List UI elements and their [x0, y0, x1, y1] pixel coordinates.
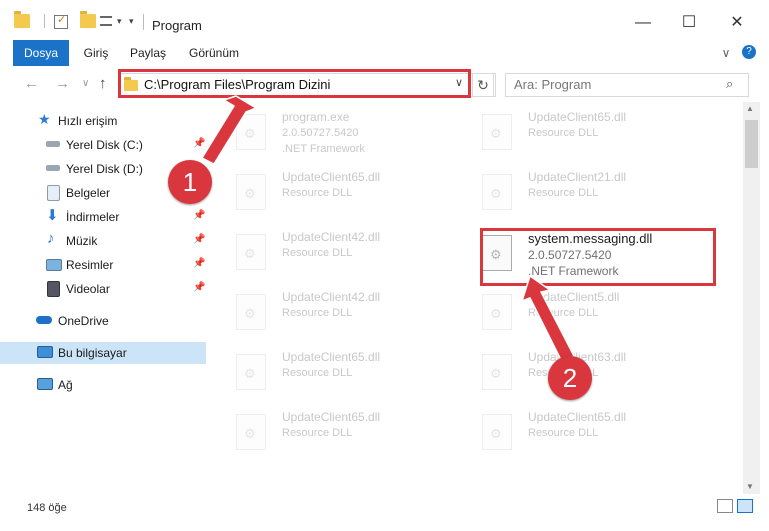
- arrow-2: [520, 274, 576, 364]
- large-icons-view-icon[interactable]: [737, 499, 753, 513]
- arrow-1: [200, 95, 258, 165]
- step-badge-2: 2: [548, 356, 592, 400]
- step-badge-1: 1: [168, 160, 212, 204]
- annotation-arrows: [200, 95, 576, 364]
- item-count: 148 öğe: [27, 502, 67, 514]
- details-view-icon[interactable]: [717, 499, 733, 513]
- status-bar: [0, 494, 769, 531]
